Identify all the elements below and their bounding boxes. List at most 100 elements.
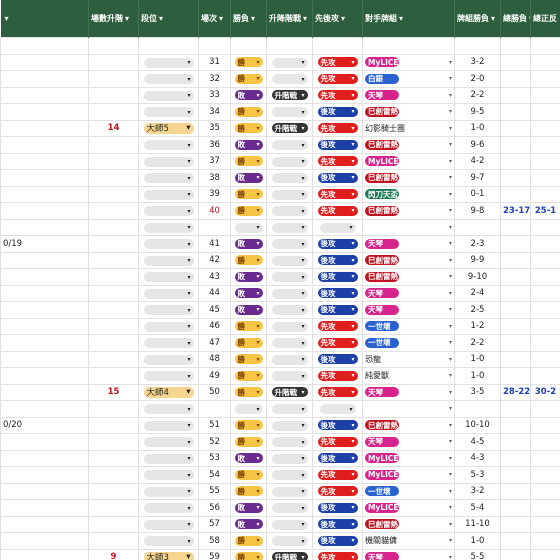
opponent-deck-cell[interactable]: 閃刀天盃 ▾: [362, 185, 455, 203]
opponent-deck-cell[interactable]: MyLICE ▾: [362, 499, 455, 517]
opponent-deck-chip[interactable]: 天琴: [365, 288, 399, 299]
rank-dropdown[interactable]: ▾: [143, 74, 194, 84]
opponent-deck-wrapper[interactable]: 天琴 ▾: [365, 90, 452, 101]
going-first-chip[interactable]: 先攻 ▾: [317, 337, 358, 348]
column-header-6[interactable]: 先後攻 ▾: [312, 0, 363, 38]
rank-dropdown[interactable]: ▾: [143, 404, 194, 414]
rank-dropdown[interactable]: ▾: [143, 206, 194, 216]
result-cell[interactable]: 勝 ▾: [230, 119, 267, 137]
turn-order-cell[interactable]: 先攻 ▾: [312, 383, 363, 401]
opponent-deck-chip[interactable]: 一世壞: [365, 486, 399, 497]
turn-order-cell[interactable]: 先攻 ▾: [312, 548, 363, 560]
rank-cell[interactable]: ▾: [138, 169, 199, 187]
promotion-match-cell[interactable]: ▾: [266, 515, 313, 533]
rank-cell[interactable]: ▾: [138, 367, 199, 385]
result-cell[interactable]: 敗 ▾: [230, 136, 267, 154]
result-cell[interactable]: 勝 ▾: [230, 350, 267, 368]
promotion-match-dropdown[interactable]: ▾: [271, 470, 308, 480]
turn-order-cell[interactable]: 後攻 ▾: [312, 268, 363, 286]
turn-order-cell[interactable]: 後攻 ▾: [312, 251, 363, 269]
promotion-match-cell[interactable]: ▾: [266, 433, 313, 451]
rank-cell[interactable]: ▾: [138, 400, 199, 418]
promotion-match-chip[interactable]: 升階戰 ▾: [271, 90, 308, 100]
opponent-deck-cell[interactable]: 巳創雷熱 ▾: [362, 169, 455, 187]
promotion-match-dropdown[interactable]: ▾: [271, 453, 308, 464]
turn-order-cell[interactable]: 後攻 ▾: [312, 449, 363, 467]
opponent-deck-chip[interactable]: MyLICE: [365, 502, 399, 513]
result-cell[interactable]: ▾: [230, 218, 267, 236]
result-cell[interactable]: 勝 ▾: [230, 548, 267, 560]
rank-dropdown[interactable]: ▾: [143, 305, 194, 315]
promotion-match-dropdown[interactable]: ▾: [271, 272, 308, 282]
opponent-deck-chip[interactable]: 天琴: [365, 552, 399, 560]
rank-dropdown[interactable]: 大師3 ▾: [143, 551, 194, 560]
opponent-deck-cell[interactable]: 恐龍 ▾: [362, 350, 455, 368]
rank-cell[interactable]: ▾: [138, 433, 199, 451]
turn-order-cell[interactable]: 先攻 ▾: [312, 202, 363, 220]
promotion-match-cell[interactable]: ▾: [266, 268, 313, 286]
result-win-chip[interactable]: 勝 ▾: [234, 156, 263, 166]
going-first-chip[interactable]: 先攻 ▾: [317, 436, 358, 447]
rank-cell[interactable]: ▾: [138, 350, 199, 368]
result-win-chip[interactable]: 勝 ▾: [234, 337, 263, 348]
going-second-chip[interactable]: 後攻 ▾: [317, 288, 358, 298]
opponent-deck-chip[interactable]: 天琴: [365, 90, 399, 101]
promotion-match-dropdown[interactable]: ▾: [271, 354, 308, 365]
going-first-chip[interactable]: 先攻 ▾: [317, 90, 358, 100]
column-header-5[interactable]: 升降階戰 ▾: [266, 0, 313, 38]
opponent-deck-wrapper[interactable]: 天琴 ▾: [365, 436, 452, 447]
rank-dropdown[interactable]: ▾: [143, 156, 194, 167]
going-second-chip[interactable]: 後攻 ▾: [317, 519, 358, 529]
result-lose-chip[interactable]: 敗 ▾: [234, 288, 263, 298]
rank-cell[interactable]: ▾: [138, 218, 199, 236]
opponent-deck-chip[interactable]: 巳創雷熱: [365, 255, 399, 266]
opponent-deck-cell[interactable]: 幻影騎士團 ▾: [362, 119, 455, 137]
rank-cell[interactable]: ▾: [138, 235, 199, 253]
opponent-deck-wrapper[interactable]: 天琴 ▾: [365, 552, 452, 560]
opponent-deck-wrapper[interactable]: 巳創雷熱 ▾: [365, 139, 452, 150]
opponent-deck-chip[interactable]: 巳創雷熱: [365, 106, 399, 117]
rank-cell[interactable]: ▾: [138, 449, 199, 467]
opponent-deck-cell[interactable]: ▾: [362, 218, 455, 236]
column-header-8[interactable]: 牌組勝負 ▾: [454, 0, 501, 38]
result-cell[interactable]: 勝 ▾: [230, 482, 267, 500]
result-cell[interactable]: 勝 ▾: [230, 70, 267, 88]
opponent-deck-wrapper[interactable]: 天琴 ▾: [365, 304, 452, 315]
opponent-deck-wrapper[interactable]: 巳創雷熱 ▾: [365, 205, 452, 216]
opponent-deck-chip[interactable]: MyLICE: [365, 156, 399, 167]
going-first-chip[interactable]: 先攻 ▾: [317, 370, 358, 381]
result-lose-chip[interactable]: 敗 ▾: [234, 139, 263, 150]
promotion-match-cell[interactable]: ▾: [266, 235, 313, 253]
opponent-deck-wrapper[interactable]: 巳創雷熱 ▾: [365, 519, 452, 530]
result-cell[interactable]: 勝 ▾: [230, 185, 267, 203]
promotion-match-dropdown[interactable]: ▾: [271, 57, 308, 68]
result-cell[interactable]: 敗 ▾: [230, 169, 267, 187]
turn-order-cell[interactable]: 先攻 ▾: [312, 317, 363, 335]
promotion-match-cell[interactable]: ▾: [266, 400, 313, 418]
promotion-match-cell[interactable]: ▾: [266, 466, 313, 484]
result-cell[interactable]: 勝 ▾: [230, 103, 267, 121]
result-lose-chip[interactable]: 敗 ▾: [234, 90, 263, 100]
rank-dropdown[interactable]: ▾: [143, 239, 194, 249]
opponent-deck-cell[interactable]: 天琴 ▾: [362, 383, 455, 401]
turn-order-cell[interactable]: 先攻 ▾: [312, 367, 363, 385]
going-first-chip[interactable]: 先攻 ▾: [317, 205, 358, 216]
opponent-deck-wrapper[interactable]: 巳創雷熱 ▾: [365, 106, 452, 117]
promotion-match-dropdown[interactable]: ▾: [271, 519, 308, 530]
opponent-deck-wrapper[interactable]: 一世壞 ▾: [365, 337, 452, 348]
opponent-deck-wrapper[interactable]: 恐龍 ▾: [365, 354, 452, 365]
column-header-4[interactable]: 勝負 ▾: [230, 0, 267, 38]
rank-cell[interactable]: ▾: [138, 136, 199, 154]
opponent-deck-wrapper[interactable]: 幻影騎士團 ▾: [365, 123, 452, 134]
promotion-match-cell[interactable]: ▾: [266, 251, 313, 269]
promotion-match-cell[interactable]: ▾: [266, 499, 313, 517]
result-win-chip[interactable]: 勝 ▾: [234, 189, 263, 199]
opponent-deck-wrapper[interactable]: ▾: [365, 405, 452, 412]
opponent-deck-cell[interactable]: 天琴 ▾: [362, 301, 455, 319]
promotion-match-dropdown[interactable]: ▾: [271, 321, 308, 332]
rank-cell[interactable]: 大師4 ▾: [138, 383, 199, 401]
promotion-match-dropdown[interactable]: ▾: [271, 140, 308, 150]
going-first-chip[interactable]: 先攻 ▾: [317, 189, 358, 199]
promotion-match-chip[interactable]: 升階戰 ▾: [271, 123, 308, 133]
opponent-deck-cell[interactable]: 巳創雷熱 ▾: [362, 515, 455, 533]
